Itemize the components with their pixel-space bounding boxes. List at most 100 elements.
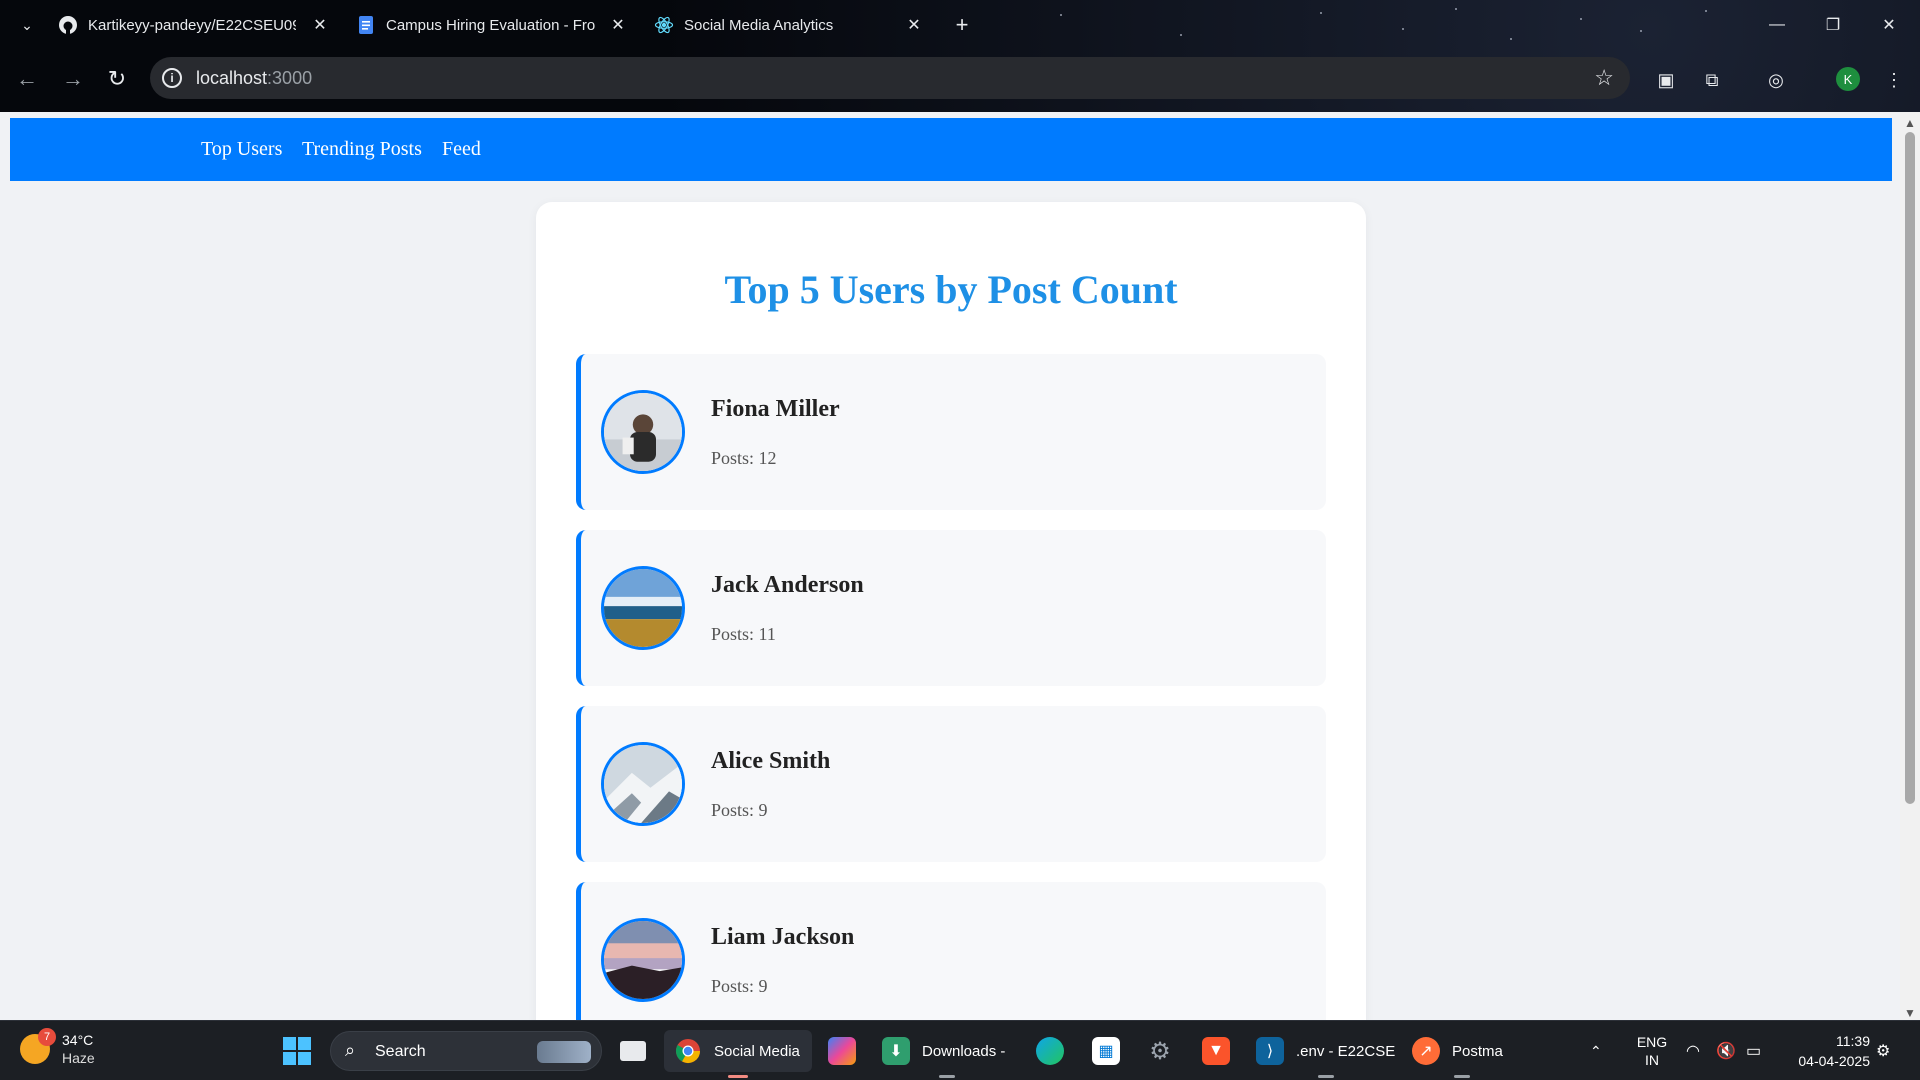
taskbar-label: Social Media — [714, 1042, 800, 1060]
notifications-icon[interactable]: ⚙ — [1876, 1021, 1890, 1080]
forward-button[interactable]: → — [60, 66, 86, 92]
nav-feed[interactable]: Feed — [442, 138, 481, 161]
user-post-count: Posts: 9 — [711, 800, 768, 820]
profile-avatar[interactable]: K — [1836, 67, 1860, 91]
running-indicator — [1318, 1075, 1334, 1078]
windows-start-icon[interactable] — [283, 1037, 311, 1065]
user-name: Fiona Miller — [711, 396, 840, 422]
weather-temperature: 34°C — [62, 1032, 94, 1048]
user-name: Liam Jackson — [711, 924, 855, 950]
avatar — [601, 390, 685, 474]
tab-github[interactable]: Kartikeyy-pandeyy/E22CSEU094 ✕ — [58, 8, 330, 42]
taskbar-edge[interactable] — [1036, 1030, 1066, 1072]
active-indicator — [728, 1075, 748, 1078]
wifi-icon[interactable]: ◠ — [1686, 1021, 1700, 1080]
taskbar-search[interactable]: ⌕ Search — [330, 1031, 602, 1071]
region-code: IN — [1645, 1052, 1659, 1068]
weather-widget[interactable]: 7 34°C Haze — [20, 1028, 95, 1067]
taskbar-chrome[interactable]: Social Media — [664, 1030, 812, 1078]
nav-trending-posts[interactable]: Trending Posts — [302, 138, 422, 161]
scroll-down-icon[interactable]: ▼ — [1904, 1006, 1916, 1020]
back-button[interactable]: ← — [14, 66, 40, 92]
url-port: :3000 — [267, 68, 313, 88]
folder-icon: ⬇ — [882, 1037, 910, 1065]
close-icon[interactable]: ✕ — [310, 15, 330, 35]
taskbar-label: Downloads - — [922, 1042, 1006, 1060]
user-card: Jack Anderson Posts: 11 — [576, 530, 1326, 686]
user-card: Fiona Miller Posts: 12 — [576, 354, 1326, 510]
tab-strip: ⌄ Kartikeyy-pandeyy/E22CSEU094 ✕ Campus … — [0, 0, 1920, 50]
taskbar-store[interactable]: ▦ — [1092, 1030, 1122, 1072]
scroll-up-icon[interactable]: ▲ — [1904, 116, 1916, 130]
volume-muted-icon[interactable]: 🔇 — [1716, 1021, 1736, 1080]
task-view-button[interactable] — [620, 1030, 648, 1072]
scroll-thumb[interactable] — [1905, 132, 1915, 804]
bookmark-star-icon[interactable]: ☆ — [1594, 65, 1614, 91]
user-card: Alice Smith Posts: 9 — [576, 706, 1326, 862]
tab-title: Campus Hiring Evaluation - Fro — [386, 16, 596, 34]
avatar — [601, 742, 685, 826]
taskbar-postman[interactable]: ↗ Postma — [1412, 1030, 1512, 1078]
screenshot-icon[interactable]: ◎ — [1762, 66, 1790, 94]
taskbar-brave[interactable]: ▼ — [1202, 1030, 1232, 1072]
running-indicator — [939, 1075, 955, 1078]
weather-badge: 7 — [38, 1028, 56, 1046]
docs-icon — [356, 15, 376, 35]
react-icon — [654, 15, 674, 35]
taskbar-copilot[interactable] — [828, 1030, 858, 1072]
avatar — [601, 566, 685, 650]
vscode-icon: ⟩ — [1256, 1037, 1284, 1065]
user-post-count: Posts: 11 — [711, 624, 776, 644]
page-viewport: Top Users Trending Posts Feed Top 5 User… — [10, 112, 1892, 1020]
page-scrollbar[interactable]: ▲ ▼ — [1900, 112, 1920, 1020]
minimize-icon[interactable]: — — [1764, 12, 1790, 38]
github-icon — [58, 15, 78, 35]
store-icon: ▦ — [1092, 1037, 1120, 1065]
site-info-icon[interactable]: i — [162, 68, 182, 88]
extensions-icon[interactable]: ⧉ — [1698, 66, 1726, 94]
taskbar-label: .env - E22CSE — [1296, 1042, 1396, 1060]
address-bar[interactable]: i localhost:3000 ☆ — [150, 57, 1630, 99]
user-name: Jack Anderson — [711, 572, 864, 598]
tray-overflow-icon[interactable]: ⌃ — [1590, 1021, 1602, 1080]
system-clock[interactable]: 11:39 04-04-2025 — [1780, 1031, 1870, 1071]
taskbar-settings[interactable]: ⚙ — [1146, 1030, 1176, 1072]
user-post-count: Posts: 9 — [711, 976, 768, 996]
language-code: ENG — [1636, 1034, 1668, 1050]
tab-title: Kartikeyy-pandeyy/E22CSEU094 — [88, 16, 296, 34]
battery-icon[interactable]: ▭ — [1746, 1021, 1761, 1080]
reload-button[interactable]: ↻ — [104, 66, 130, 92]
search-highlight-image — [537, 1041, 591, 1063]
tab-groups-icon[interactable]: ▣ — [1652, 66, 1680, 94]
taskbar-vscode[interactable]: ⟩ .env - E22CSE — [1256, 1030, 1396, 1078]
language-indicator[interactable]: ENG IN — [1634, 1021, 1670, 1080]
tab-search-button[interactable]: ⌄ — [16, 14, 38, 36]
clock-date: 04-04-2025 — [1798, 1053, 1870, 1069]
search-icon: ⌕ — [345, 1040, 356, 1060]
avatar — [601, 918, 685, 1002]
nav-top-users[interactable]: Top Users — [201, 138, 282, 161]
taskbar-downloads[interactable]: ⬇ Downloads - — [882, 1030, 1012, 1078]
url-host: localhost — [196, 68, 268, 88]
running-indicator — [1454, 1075, 1470, 1078]
new-tab-button[interactable]: + — [950, 12, 974, 37]
menu-icon[interactable]: ⋮ — [1880, 66, 1908, 94]
weather-icon: 7 — [20, 1028, 56, 1064]
clock-time: 11:39 — [1836, 1033, 1870, 1049]
tab-social-media-analytics[interactable]: Social Media Analytics ✕ — [654, 8, 926, 42]
chrome-icon — [674, 1037, 702, 1065]
postman-icon: ↗ — [1412, 1037, 1440, 1065]
taskbar-label: Postma — [1452, 1042, 1503, 1060]
task-view-icon — [620, 1041, 646, 1061]
brave-icon: ▼ — [1202, 1037, 1230, 1065]
close-icon[interactable]: ✕ — [904, 15, 924, 35]
user-name: Alice Smith — [711, 748, 831, 774]
restore-icon[interactable]: ❐ — [1820, 12, 1846, 38]
weather-condition: Haze — [62, 1050, 95, 1066]
top-users-card: Top 5 Users by Post Count Fiona Miller P… — [536, 202, 1366, 1020]
close-icon[interactable]: ✕ — [608, 15, 628, 35]
search-label: Search — [375, 1043, 426, 1060]
tab-campus-hiring[interactable]: Campus Hiring Evaluation - Fro ✕ — [356, 8, 628, 42]
app-navbar: Top Users Trending Posts Feed — [10, 118, 1892, 181]
close-window-icon[interactable]: ✕ — [1876, 12, 1902, 38]
